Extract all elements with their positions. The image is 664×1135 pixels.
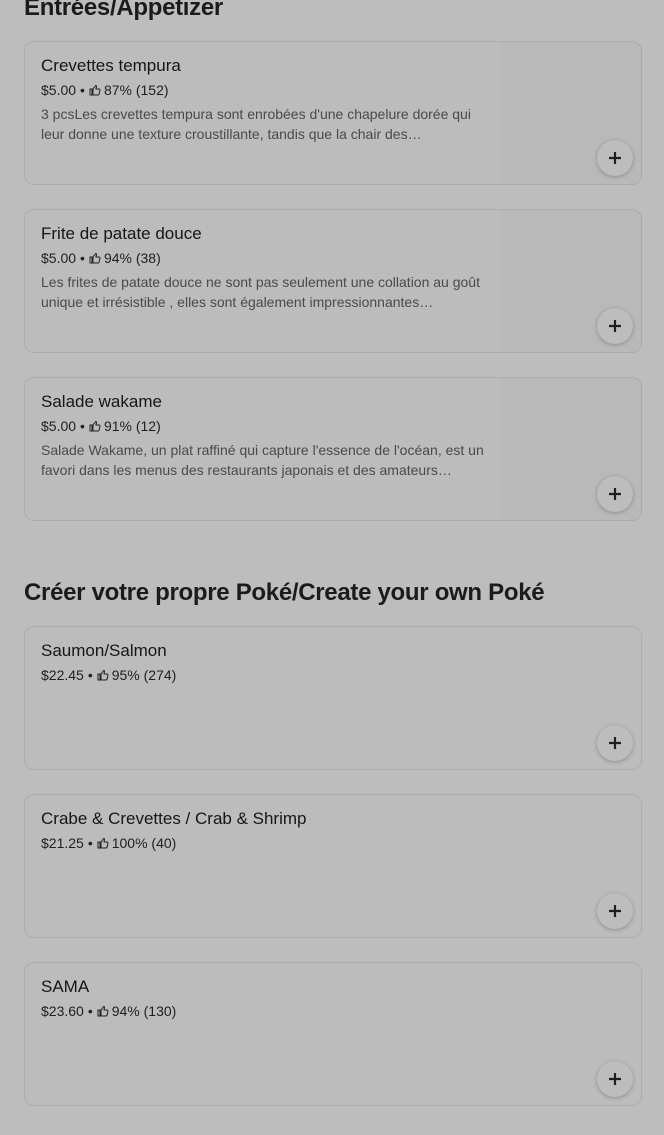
item-name: Salade wakame: [41, 392, 162, 411]
add-item-button[interactable]: [597, 1061, 633, 1097]
add-item-button[interactable]: [597, 476, 633, 512]
item-price: $22.45: [41, 667, 84, 683]
thumbs-up-icon: [89, 84, 101, 96]
item-description: Salade Wakame, un plat raffiné qui captu…: [41, 442, 484, 478]
plus-icon: [609, 152, 621, 164]
separator-dot: •: [80, 82, 85, 98]
thumbs-up-icon: [89, 420, 101, 432]
plus-icon: [609, 905, 621, 917]
item-price: $5.00: [41, 250, 77, 266]
item-price: $5.00: [41, 418, 77, 434]
separator-dot: •: [87, 1003, 93, 1019]
thumbs-up-icon: [97, 669, 109, 681]
section-title: Entrées/Appetizer: [24, 0, 223, 21]
menu-item-card[interactable]: Crabe & Crevettes / Crab & Shrimp $21.25…: [24, 794, 642, 938]
add-item-button[interactable]: [597, 140, 633, 176]
item-price: $21.25: [41, 835, 84, 851]
separator-dot: •: [80, 250, 85, 266]
thumbs-up-icon: [97, 837, 109, 849]
thumbs-up-icon: [89, 252, 101, 264]
item-name: Frite de patate douce: [41, 224, 202, 243]
plus-icon: [609, 320, 621, 332]
add-item-button[interactable]: [597, 308, 633, 344]
item-name: Crevettes tempura: [41, 56, 181, 75]
section-title: Créer votre propre Poké/Create your own …: [24, 579, 545, 606]
item-rating: 95% (274): [111, 667, 177, 683]
item-meta: $21.25 • 100% (40): [41, 835, 487, 851]
add-item-button[interactable]: [597, 725, 633, 761]
item-description: 3 pcsLes crevettes tempura sont enrobées…: [41, 106, 471, 142]
item-meta: $5.00 • 94% (38): [41, 250, 487, 266]
menu-item-card[interactable]: SAMA $23.60 • 94% (130): [24, 962, 642, 1106]
section-appetizers: Entrées/Appetizer Crevettes tempura $5.0…: [24, 0, 644, 521]
plus-icon: [609, 1073, 621, 1085]
separator-dot: •: [87, 835, 93, 851]
item-rating: 91% (12): [103, 418, 161, 434]
item-rating: 100% (40): [111, 835, 177, 851]
item-meta: $22.45 • 95% (274): [41, 667, 487, 683]
separator-dot: •: [87, 667, 93, 683]
item-rating: 94% (38): [103, 250, 161, 266]
menu-item-card[interactable]: Frite de patate douce $5.00 • 94% (38) L…: [24, 209, 642, 353]
add-item-button[interactable]: [597, 893, 633, 929]
item-rating: 94% (130): [111, 1003, 177, 1019]
menu-item-card[interactable]: Salade wakame $5.00 • 91% (12) Salade Wa…: [24, 377, 642, 521]
item-meta: $23.60 • 94% (130): [41, 1003, 487, 1019]
item-price: $23.60: [41, 1003, 84, 1019]
item-meta: $5.00 • 91% (12): [41, 418, 487, 434]
plus-icon: [609, 488, 621, 500]
item-name: Saumon/Salmon: [41, 641, 167, 660]
item-meta: $5.00 • 87% (152): [41, 82, 487, 98]
item-price: $5.00: [41, 82, 77, 98]
item-description: Les frites de patate douce ne sont pas s…: [41, 274, 480, 310]
item-rating: 87% (152): [103, 82, 169, 98]
item-name: Crabe & Crevettes / Crab & Shrimp: [41, 809, 307, 828]
separator-dot: •: [80, 418, 85, 434]
menu-item-card[interactable]: Saumon/Salmon $22.45 • 95% (274): [24, 626, 642, 770]
thumbs-up-icon: [97, 1005, 109, 1017]
section-create-poke: Créer votre propre Poké/Create your own …: [24, 579, 644, 1106]
menu-item-card[interactable]: Crevettes tempura $5.00 • 87% (152) 3 pc…: [24, 41, 642, 185]
plus-icon: [609, 737, 621, 749]
item-name: SAMA: [41, 977, 90, 996]
